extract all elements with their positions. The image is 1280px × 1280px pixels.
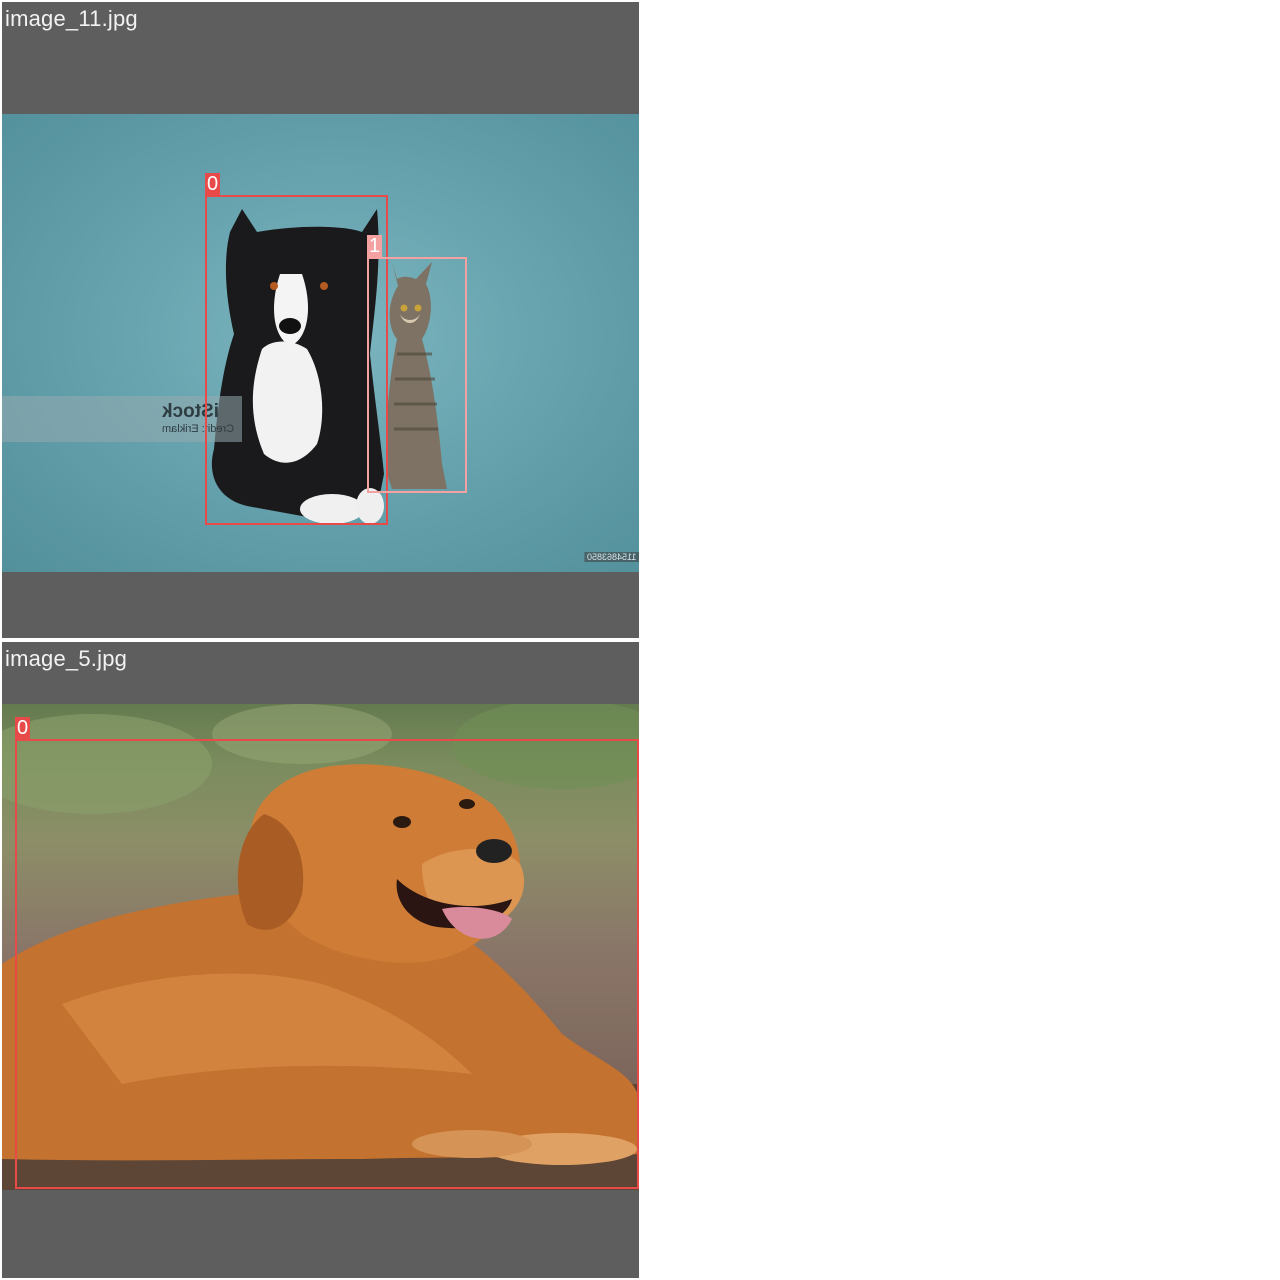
detection-label-cat: 1: [367, 235, 383, 257]
image-tile-1: image_11.jpg iStock Credit: Eriklаm 1154…: [2, 2, 639, 638]
detection-label-dog: 0: [15, 717, 31, 739]
filename-label: image_5.jpg: [5, 646, 128, 671]
detection-label-dog: 0: [205, 173, 221, 195]
image-tile-2: image_5.jpg 0: [2, 642, 639, 1278]
watermark-id: 1154863850: [583, 552, 639, 562]
detection-box-dog: [15, 739, 639, 1189]
detection-box-cat: [367, 257, 467, 493]
detection-box-dog: [205, 195, 388, 525]
filename-label: image_11.jpg: [5, 6, 138, 31]
